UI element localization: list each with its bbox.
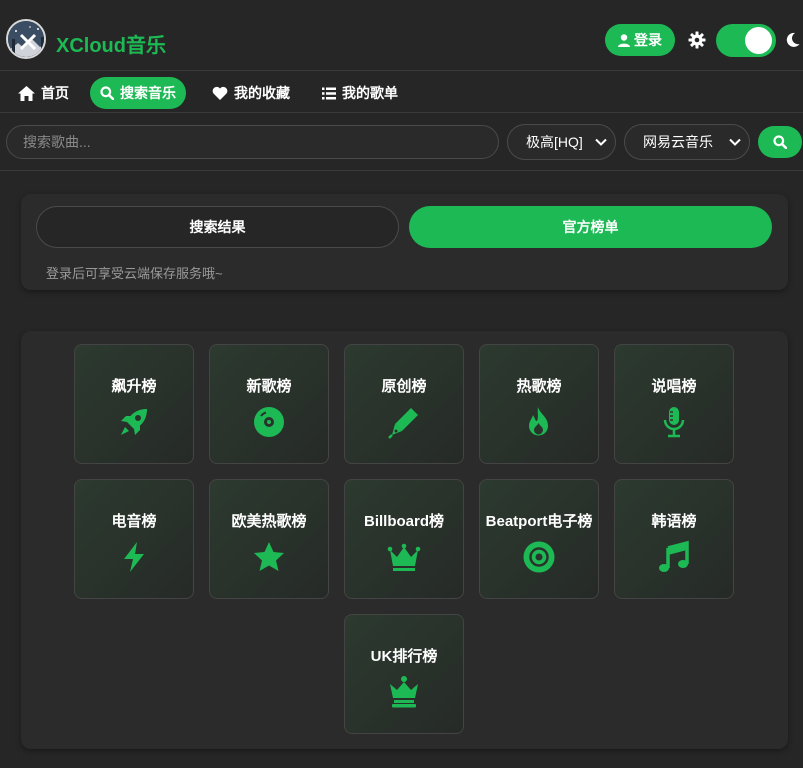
search-button[interactable] xyxy=(758,126,802,158)
toggle-knob xyxy=(745,27,772,54)
source-select[interactable]: 网易云音乐 xyxy=(624,124,750,160)
chart-tile-uk[interactable]: UK排行榜 xyxy=(344,614,464,734)
quality-select[interactable]: 极高[HQ] xyxy=(507,124,616,160)
chart-tile-new[interactable]: 新歌榜 xyxy=(209,344,329,464)
chart-tile-original[interactable]: 原创榜 xyxy=(344,344,464,464)
chart-label: Billboard榜 xyxy=(363,513,444,530)
chart-tile-rap[interactable]: 说唱榜 xyxy=(614,344,734,464)
search-icon xyxy=(773,135,787,149)
chart-tile-electronic[interactable]: 电音榜 xyxy=(74,479,194,599)
chart-tile-soaring[interactable]: 飙升榜 xyxy=(74,344,194,464)
nav-item-search[interactable]: 搜索音乐 xyxy=(90,77,186,109)
search-input[interactable] xyxy=(6,125,499,159)
tabs-card: 搜索结果 官方榜单 登录后可享受云端保存服务哦~ xyxy=(21,194,788,290)
header: XCloud音乐 登录 xyxy=(0,0,803,71)
gear-icon[interactable] xyxy=(688,31,706,54)
theme-toggle[interactable] xyxy=(716,24,776,57)
rocket-icon xyxy=(121,409,147,435)
nav-label-home: 首页 xyxy=(41,85,69,101)
chart-label: 原创榜 xyxy=(381,378,427,395)
chart-label: 韩语榜 xyxy=(651,513,697,530)
nav-item-home[interactable]: 首页 xyxy=(8,77,79,109)
chart-label: Beatport电子榜 xyxy=(485,513,593,530)
brand-title: XCloud音乐 xyxy=(56,35,166,57)
source-value: 网易云音乐 xyxy=(643,134,713,150)
login-label: 登录 xyxy=(634,32,662,48)
pen-icon xyxy=(388,408,418,439)
search-icon xyxy=(100,86,114,100)
moon-icon xyxy=(786,32,800,53)
chess-queen-icon xyxy=(390,676,418,708)
login-hint: 登录后可享受云端保存服务哦~ xyxy=(46,266,223,281)
search-bar: 极高[HQ] 网易云音乐 xyxy=(0,113,803,171)
tab-search-results[interactable]: 搜索结果 xyxy=(36,206,399,248)
star-icon xyxy=(254,542,284,571)
main-nav: 首页 搜索音乐 我的收藏 我的歌单 xyxy=(0,71,803,113)
chart-label: 说唱榜 xyxy=(651,378,697,395)
microphone-icon xyxy=(663,407,685,438)
nav-label-playlists: 我的歌单 xyxy=(342,85,398,101)
chart-label: 电音榜 xyxy=(111,513,157,530)
nav-item-favorites[interactable]: 我的收藏 xyxy=(202,77,300,109)
logo-icon[interactable] xyxy=(6,19,46,59)
chart-tile-korean[interactable]: 韩语榜 xyxy=(614,479,734,599)
user-icon xyxy=(618,33,630,47)
chart-tile-billboard[interactable]: Billboard榜 xyxy=(344,479,464,599)
nav-item-playlists[interactable]: 我的歌单 xyxy=(312,77,408,109)
heart-icon xyxy=(212,86,228,100)
charts-grid: 飙升榜 新歌榜 原创榜 热歌榜 说唱榜 电音榜 欧美热歌榜 Billboard榜… xyxy=(21,331,788,749)
tab-official-charts[interactable]: 官方榜单 xyxy=(409,206,772,248)
chart-tile-hot[interactable]: 热歌榜 xyxy=(479,344,599,464)
record-icon xyxy=(254,407,284,437)
chart-label: UK排行榜 xyxy=(370,648,438,665)
home-icon xyxy=(18,85,35,101)
chart-label: 热歌榜 xyxy=(516,378,562,395)
login-button[interactable]: 登录 xyxy=(605,24,675,56)
chevron-down-icon xyxy=(729,138,741,146)
disc-icon xyxy=(523,541,555,573)
nav-label-favorites: 我的收藏 xyxy=(234,85,290,101)
nav-label-search: 搜索音乐 xyxy=(120,85,176,101)
fire-icon xyxy=(529,407,548,436)
chart-tile-beatport[interactable]: Beatport电子榜 xyxy=(479,479,599,599)
chart-tile-western[interactable]: 欧美热歌榜 xyxy=(209,479,329,599)
chart-label: 新歌榜 xyxy=(246,378,292,395)
crown-icon xyxy=(387,543,421,571)
chart-label: 飙升榜 xyxy=(111,378,157,395)
chevron-down-icon xyxy=(595,138,607,146)
music-note-icon xyxy=(659,540,689,572)
chart-label: 欧美热歌榜 xyxy=(231,513,307,530)
bolt-icon xyxy=(124,542,144,572)
list-icon xyxy=(322,87,336,99)
quality-value: 极高[HQ] xyxy=(526,134,583,150)
